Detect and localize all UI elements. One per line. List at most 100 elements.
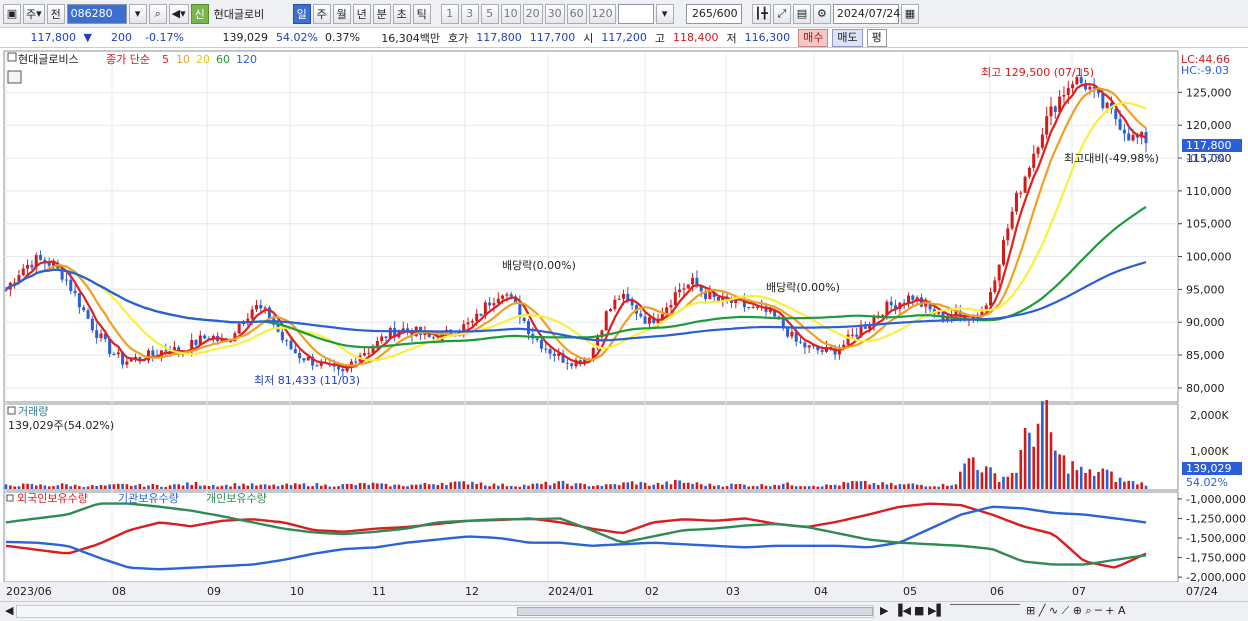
buy-button[interactable]: 매수	[798, 28, 829, 47]
volume-bar	[989, 467, 992, 489]
scroll-thumb[interactable]	[517, 607, 873, 616]
candle-body	[384, 336, 388, 339]
volume-bar	[561, 480, 565, 489]
sell-button[interactable]: 매도	[832, 28, 863, 47]
chart-scrollbar[interactable]: ◀ ▶ ▐◀ ■ ▶▌ ⊞ ╱ ∿ ⟋ ⊕ ⌕ ─ + A	[0, 601, 1248, 621]
ma-120-label: 120	[236, 53, 257, 66]
high-label: 고	[654, 31, 665, 45]
candle-body	[26, 264, 30, 269]
count-input[interactable]: 265/600	[685, 3, 742, 24]
volume-bar	[773, 484, 776, 489]
volume-bar	[250, 483, 254, 489]
volume-bar	[531, 483, 535, 489]
volume-bar	[1049, 432, 1053, 489]
market-label: 주	[26, 7, 37, 21]
volume-bar	[138, 483, 142, 489]
volume-bar	[475, 483, 478, 489]
code-dropdown-icon[interactable]: ▾	[128, 3, 147, 24]
dividend-annotation-1: 배당락(0.00%)	[502, 259, 576, 272]
scroll-start-icon[interactable]: ▐◀	[894, 604, 911, 617]
period-year-tab[interactable]: 년	[352, 3, 371, 24]
flat-button[interactable]: 평	[866, 28, 887, 47]
candle-body	[259, 304, 263, 309]
gear-icon[interactable]: ⚙	[812, 3, 831, 24]
volume-bar	[259, 484, 263, 489]
volume-bar	[1118, 477, 1122, 489]
scroll-stop-icon[interactable]: ■	[914, 604, 924, 617]
chart-tool-icon[interactable]: ⤢	[772, 3, 791, 24]
interval-1[interactable]: 1	[440, 3, 459, 24]
candle-body	[548, 349, 552, 354]
volume-bar	[108, 484, 111, 489]
volume-bar	[302, 483, 306, 489]
candle-body	[505, 294, 509, 296]
volume-bar	[1058, 454, 1061, 489]
volume-bar	[889, 482, 893, 489]
volume-bar	[410, 484, 414, 489]
volume-bar	[56, 485, 60, 489]
period-minute-tab[interactable]: 분	[372, 3, 391, 24]
interval-3[interactable]: 3	[460, 3, 479, 24]
candle-type-icon[interactable]: ┃╋	[751, 3, 771, 24]
interval-10[interactable]: 10	[500, 3, 521, 24]
volume-bar	[436, 485, 440, 489]
period-day-tab[interactable]: 일	[292, 3, 311, 24]
candle-body	[1032, 153, 1036, 168]
interval-60[interactable]: 60	[566, 3, 587, 24]
period-second-tab[interactable]: 초	[392, 3, 411, 24]
volume-bar	[484, 485, 487, 489]
scroll-left-icon[interactable]: ◀	[5, 604, 13, 617]
chart-area[interactable]: 현대글로비스 종가 단순 5 10 20 60 120 125,000 120,0…	[0, 49, 1248, 601]
window-icon[interactable]: ▣	[3, 3, 21, 24]
interval-20[interactable]: 20	[522, 3, 543, 24]
volume-bar	[898, 484, 902, 489]
prev-button[interactable]: 전	[46, 3, 65, 24]
volume-bar	[1071, 461, 1074, 489]
volume-bar	[354, 485, 358, 489]
stock-code-input[interactable]: 086280	[66, 3, 127, 24]
scroll-right-icon[interactable]: ▶	[880, 604, 888, 617]
table-view-icon[interactable]	[7, 70, 22, 84]
drawing-tools-icon[interactable]: ⊞ ╱ ∿ ⟋ ⊕ ⌕ ─ + A	[1026, 604, 1125, 618]
volume-bar	[155, 484, 159, 489]
volume-bar	[1075, 470, 1079, 489]
price-tick-label: 95,000	[1186, 283, 1225, 296]
stock-name: 현대글로비	[213, 7, 265, 21]
volume-bar	[937, 486, 941, 489]
interval-30[interactable]: 30	[544, 3, 565, 24]
volume-bar	[820, 486, 824, 489]
volume-bar	[199, 485, 202, 489]
date-input[interactable]: 2024/07/24	[832, 3, 900, 24]
volume-bar	[147, 485, 150, 489]
scroll-track[interactable]	[16, 605, 874, 618]
zoom-slider[interactable]	[950, 604, 1020, 605]
interval-custom-input[interactable]	[617, 3, 654, 24]
interval-dropdown-icon[interactable]: ▾	[655, 3, 674, 24]
period-month-tab[interactable]: 월	[332, 3, 351, 24]
candle-body	[1101, 93, 1105, 109]
volume-bar	[311, 486, 314, 489]
candle-body	[1023, 176, 1027, 193]
low-annotation: 최저 81,433 (11/03)	[254, 374, 360, 387]
candle-body	[496, 298, 500, 304]
calendar-icon[interactable]: ▦	[900, 3, 919, 24]
search-icon[interactable]: ⌕	[148, 3, 167, 24]
volume-bar	[445, 484, 448, 489]
volume-bar	[427, 484, 431, 489]
interval-5[interactable]: 5	[480, 3, 499, 24]
volume-bar	[285, 483, 288, 489]
volume-bar	[164, 487, 168, 489]
volume-bar	[993, 473, 997, 489]
period-tick-tab[interactable]: 틱	[412, 3, 431, 24]
save-icon[interactable]: ▤	[792, 3, 811, 24]
volume-bar	[946, 485, 949, 489]
period-week-tab[interactable]: 주	[312, 3, 331, 24]
speaker-icon[interactable]: ◀▾	[168, 3, 189, 24]
scroll-end-icon[interactable]: ▶▌	[928, 604, 945, 617]
interval-120[interactable]: 120	[588, 3, 616, 24]
chart-svg[interactable]: 현대글로비스 종가 단순 5 10 20 60 120 125,000 120,0…	[0, 49, 1248, 601]
volume-bar	[34, 485, 38, 489]
candle-body	[289, 340, 293, 350]
market-select[interactable]: 주 ▾	[23, 3, 45, 24]
volume-bar	[725, 486, 729, 489]
